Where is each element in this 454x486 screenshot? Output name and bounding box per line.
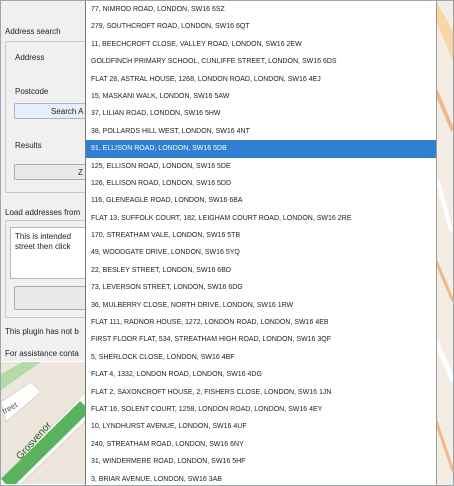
address-option[interactable]: FLAT 4, 1332, LONDON ROAD, LONDON, SW16 … [86, 366, 436, 383]
search-button[interactable]: Search A [14, 103, 86, 119]
address-option[interactable]: 3, BRIAR AVENUE, LONDON, SW16 3AB [86, 471, 436, 485]
address-option[interactable]: 36, MULBERRY CLOSE, NORTH DRIVE, LONDON,… [86, 297, 436, 314]
address-search-heading: Address search [5, 27, 61, 36]
address-option[interactable]: 125, ELLISON ROAD, LONDON, SW16 5DE [86, 158, 436, 175]
address-option[interactable]: 31, WINDERMERE ROAD, LONDON, SW16 5HF [86, 453, 436, 470]
address-option[interactable]: 11, BEECHCROFT CLOSE, VALLEY ROAD, LONDO… [86, 36, 436, 53]
address-option[interactable]: 38, POLLARDS HILL WEST, LONDON, SW16 4NT [86, 123, 436, 140]
address-option[interactable]: 73, LEVERSON STREET, LONDON, SW16 6DG [86, 279, 436, 296]
address-option[interactable]: 37, LILIAN ROAD, LONDON, SW16 5HW [86, 105, 436, 122]
address-option[interactable]: GOLDFINCH PRIMARY SCHOOL, CUNLIFFE STREE… [86, 53, 436, 70]
address-option[interactable]: 77, NIMROD ROAD, LONDON, SW16 6SZ [86, 1, 436, 18]
postcode-label: Postcode [15, 87, 49, 96]
assistance-note: For assistance conta [5, 349, 79, 358]
address-option[interactable]: 170, STREATHAM VALE, LONDON, SW16 5TB [86, 227, 436, 244]
address-option[interactable]: 22, BESLEY STREET, LONDON, SW16 6BD [86, 262, 436, 279]
plugin-note: This plugin has not b [5, 327, 79, 336]
map-canvas-right-strip[interactable] [436, 1, 453, 485]
address-option[interactable]: FLAT 2, SAXONCROFT HOUSE, 2, FISHERS CLO… [86, 384, 436, 401]
map-roads: Grosvenor treet [1, 362, 85, 484]
address-option[interactable]: 279, SOUTHCROFT ROAD, LONDON, SW16 6QT [86, 18, 436, 35]
map-canvas[interactable]: Grosvenor treet [1, 362, 85, 484]
address-option[interactable]: 126, ELLISON ROAD, LONDON, SW16 5DD [86, 175, 436, 192]
address-plugin-panel: Address search Address Postcode Search A… [1, 1, 90, 361]
address-option-selected[interactable]: 91, ELLISON ROAD, LONDON, SW16 5DB [86, 140, 436, 158]
load-addresses-button[interactable] [14, 286, 88, 310]
address-label: Address [15, 53, 45, 62]
address-option[interactable]: 240, STREATHAM ROAD, LONDON, SW16 6NY [86, 436, 436, 453]
results-label: Results [15, 141, 42, 150]
address-results-dropdown[interactable]: 77, NIMROD ROAD, LONDON, SW16 6SZ 279, SO… [85, 1, 437, 485]
address-option[interactable]: 5, SHERLOCK CLOSE, LONDON, SW16 4BF [86, 349, 436, 366]
address-option[interactable]: FLAT 13, SUFFOLK COURT, 182, LEIGHAM COU… [86, 210, 436, 227]
address-option[interactable]: FLAT 16, SOLENT COURT, 1258, LONDON ROAD… [86, 401, 436, 418]
instructions-line-2: street then click [15, 242, 71, 251]
address-option[interactable]: FLAT 111, RADNOR HOUSE, 1272, LONDON ROA… [86, 314, 436, 331]
address-option[interactable]: 15, MASKANI WALK, LONDON, SW16 5AW [86, 88, 436, 105]
instructions-line-1: This is intended [15, 232, 72, 241]
address-option[interactable]: 10, LYNDHURST AVENUE, LONDON, SW16 4UF [86, 418, 436, 435]
address-option[interactable]: FIRST FLOOR FLAT, 534, STREATHAM HIGH RO… [86, 331, 436, 348]
load-addresses-label: Load addresses from [5, 208, 81, 217]
address-option[interactable]: 49, WOODGATE DRIVE, LONDON, SW16 5YQ [86, 244, 436, 261]
results-button[interactable]: Z [14, 164, 86, 180]
instructions-text: This is intended street then click [10, 227, 86, 279]
address-option[interactable]: 116, GLENEAGLE ROAD, LONDON, SW16 6BA [86, 192, 436, 209]
address-option[interactable]: FLAT 28, ASTRAL HOUSE, 1268, LONDON ROAD… [86, 71, 436, 88]
map-right-roads [436, 1, 453, 472]
